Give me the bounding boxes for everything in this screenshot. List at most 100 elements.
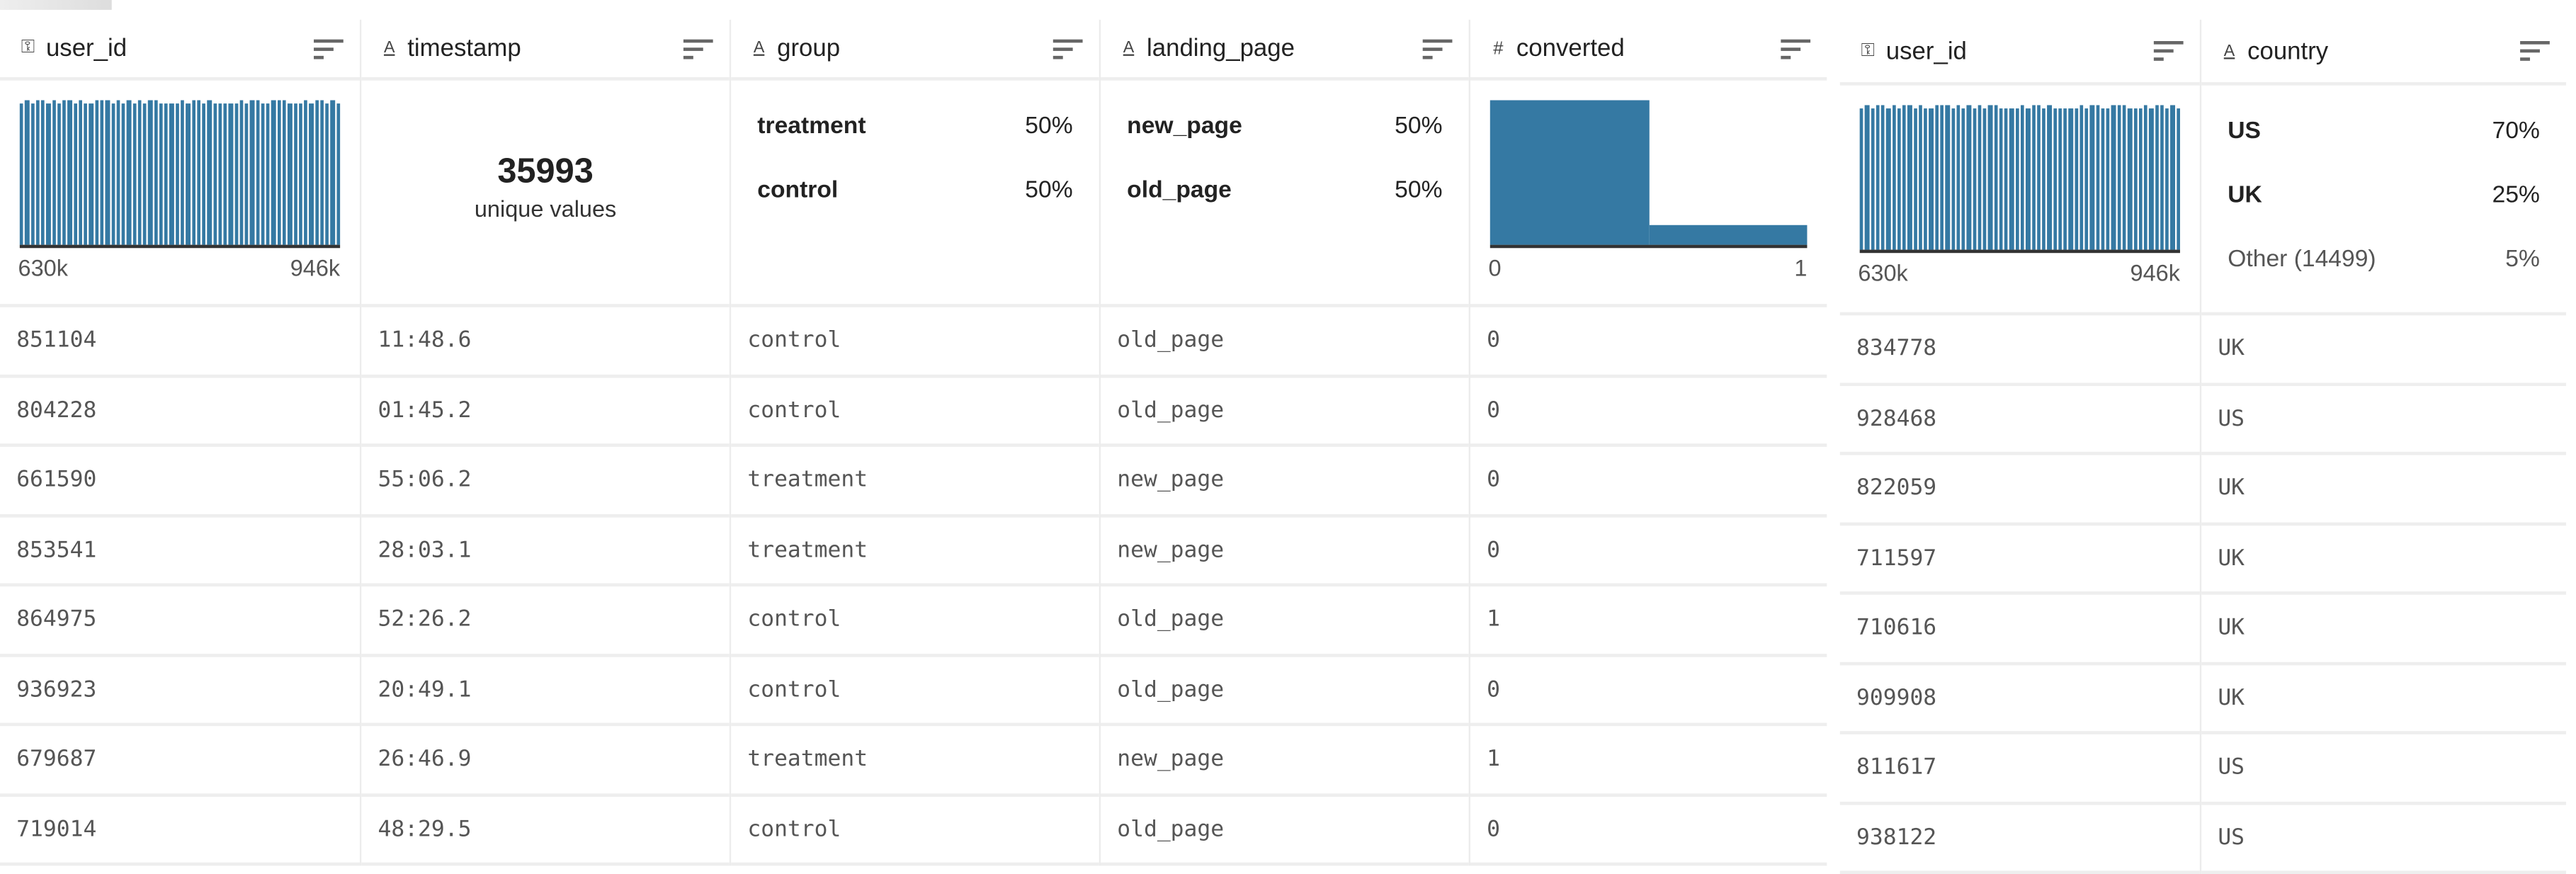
column-header[interactable]: Atimestamp xyxy=(361,20,730,81)
sort-icon[interactable] xyxy=(1781,37,1811,59)
histogram-bar xyxy=(314,100,319,245)
table-cell[interactable]: US xyxy=(2201,734,2567,805)
table-cell[interactable]: 1 xyxy=(1470,586,1827,657)
table-cell[interactable]: 0 xyxy=(1470,657,1827,727)
table-cell[interactable]: treatment xyxy=(731,726,1099,796)
table-cell[interactable]: 822059 xyxy=(1839,455,2200,526)
table-cell[interactable]: 710616 xyxy=(1839,595,2200,665)
table-cell[interactable]: 804228 xyxy=(0,377,360,447)
unique-count: 35993 unique values xyxy=(361,153,730,222)
table-cell[interactable]: 0 xyxy=(1470,447,1827,517)
sort-icon[interactable] xyxy=(1422,37,1453,59)
table-cell[interactable]: 938122 xyxy=(1839,804,2200,874)
table-cell[interactable]: 864975 xyxy=(0,586,360,657)
histogram-bar xyxy=(57,103,62,245)
table-cell[interactable]: 928468 xyxy=(1839,385,2200,455)
histogram-bar xyxy=(2026,108,2030,250)
column-summary: treatment 50% control 50% xyxy=(731,81,1099,307)
table-cell[interactable]: UK xyxy=(2201,595,2567,665)
table-cell[interactable]: 679687 xyxy=(0,726,360,796)
histogram-bar xyxy=(116,100,120,245)
table-cell[interactable]: new_page xyxy=(1101,726,1469,796)
histogram-bar xyxy=(1648,225,1808,245)
table-cell[interactable]: 11:48.6 xyxy=(361,307,730,378)
table-cell[interactable]: 1 xyxy=(1470,726,1827,796)
table-cell[interactable]: 936923 xyxy=(0,657,360,727)
table-cell[interactable]: 20:49.1 xyxy=(361,657,730,727)
table-cell[interactable]: 661590 xyxy=(0,447,360,517)
table-cell[interactable]: 853541 xyxy=(0,516,360,587)
column-header[interactable]: ⚿ user_id xyxy=(0,20,360,81)
table-cell[interactable]: treatment xyxy=(731,516,1099,587)
column-summary: new_page 50% old_page 50% xyxy=(1101,81,1469,307)
sort-icon[interactable] xyxy=(314,37,344,59)
histogram-bar xyxy=(1870,108,1875,250)
table-cell[interactable]: old_page xyxy=(1101,796,1469,866)
table-cell[interactable]: 0 xyxy=(1470,307,1827,378)
histogram-bar xyxy=(196,100,201,245)
table-cell[interactable]: control xyxy=(731,377,1099,447)
table-cell[interactable]: 0 xyxy=(1470,516,1827,587)
histogram-bar xyxy=(186,103,190,245)
table-cell[interactable]: 0 xyxy=(1470,377,1827,447)
table-cell[interactable]: 01:45.2 xyxy=(361,377,730,447)
axis-min-label: 630k xyxy=(1858,259,1908,286)
column-header[interactable]: Acountry xyxy=(2201,20,2567,86)
table-cell[interactable]: 55:06.2 xyxy=(361,447,730,517)
histogram-bar xyxy=(2101,108,2105,250)
table-cell[interactable]: 909908 xyxy=(1839,664,2200,734)
column-header[interactable]: ⚿ user_id xyxy=(1839,20,2200,86)
histogram-bar xyxy=(19,103,24,245)
histogram-bar xyxy=(1880,105,1885,250)
table-cell[interactable]: UK xyxy=(2201,455,2567,526)
table-cell[interactable]: treatment xyxy=(731,447,1099,517)
histogram-bar xyxy=(229,103,233,245)
column-user_id: ⚿ user_id 630k 946k 834778 928468 822059 711597… xyxy=(1839,19,2202,874)
table-cell[interactable]: new_page xyxy=(1101,516,1469,587)
table-cell[interactable]: control xyxy=(731,796,1099,866)
table-cell[interactable]: control xyxy=(731,657,1099,727)
column-header[interactable]: Alanding_page xyxy=(1101,20,1469,81)
sort-icon[interactable] xyxy=(2153,40,2184,62)
top-tab[interactable] xyxy=(0,0,112,10)
table-cell[interactable]: 851104 xyxy=(0,307,360,378)
table-cell[interactable]: 719014 xyxy=(0,796,360,866)
category-label: US xyxy=(2228,118,2261,145)
distribution-histogram xyxy=(19,100,341,249)
histogram-bar xyxy=(2149,108,2153,250)
table-cell[interactable]: 26:46.9 xyxy=(361,726,730,796)
key-icon: ⚿ xyxy=(1861,40,1875,60)
axis-max-label: 946k xyxy=(290,254,341,281)
table-cell[interactable]: 52:26.2 xyxy=(361,586,730,657)
table-cell[interactable]: old_page xyxy=(1101,307,1469,378)
table-cell[interactable]: 811617 xyxy=(1839,734,2200,805)
sort-icon[interactable] xyxy=(2520,40,2550,62)
table-cell[interactable]: 834778 xyxy=(1839,315,2200,385)
table-cell[interactable]: 711597 xyxy=(1839,525,2200,595)
sort-icon[interactable] xyxy=(683,37,713,59)
table-cell[interactable]: UK xyxy=(2201,664,2567,734)
column-header[interactable]: # converted xyxy=(1470,20,1827,81)
table-cell[interactable]: old_page xyxy=(1101,377,1469,447)
category-percent: 25% xyxy=(2492,182,2540,209)
category-label: control xyxy=(757,177,839,204)
column-header[interactable]: Agroup xyxy=(731,20,1099,81)
table-cell[interactable]: control xyxy=(731,307,1099,378)
histogram-bar xyxy=(127,100,131,245)
table-cell[interactable]: 0 xyxy=(1470,796,1827,866)
text-type-icon: A xyxy=(1123,39,1135,58)
table-cell[interactable]: UK xyxy=(2201,315,2567,385)
sort-icon[interactable] xyxy=(1052,37,1083,59)
histogram-bar xyxy=(2084,108,2089,250)
table-cell[interactable]: 28:03.1 xyxy=(361,516,730,587)
table-cell[interactable]: 48:29.5 xyxy=(361,796,730,866)
table-cell[interactable]: new_page xyxy=(1101,447,1469,517)
histogram-bar xyxy=(207,100,212,245)
table-cell[interactable]: UK xyxy=(2201,525,2567,595)
table-cell[interactable]: old_page xyxy=(1101,586,1469,657)
table-cell[interactable]: control xyxy=(731,586,1099,657)
table-cell[interactable]: US xyxy=(2201,804,2567,874)
table-cell[interactable]: old_page xyxy=(1101,657,1469,727)
histogram-bar xyxy=(1994,105,1998,250)
table-cell[interactable]: US xyxy=(2201,385,2567,455)
